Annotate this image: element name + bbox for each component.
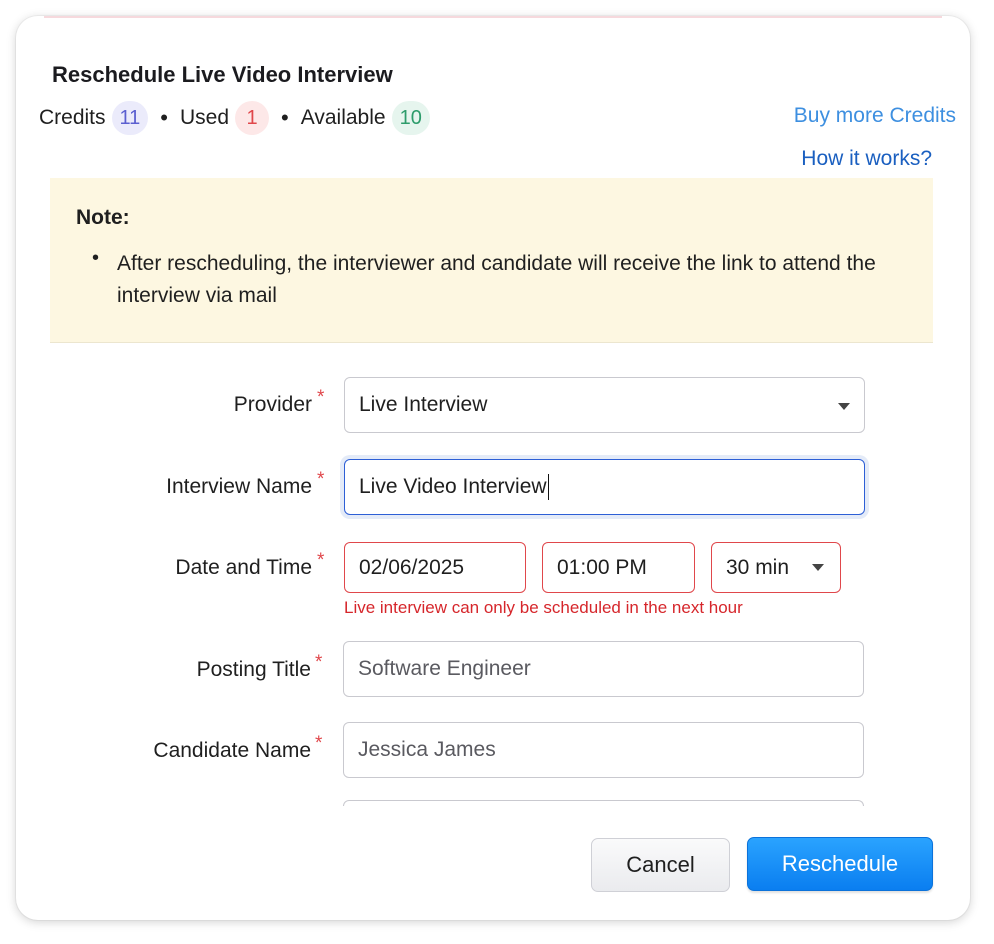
cancel-button[interactable]: Cancel: [591, 838, 730, 892]
candidate-name-input[interactable]: Jessica James: [343, 722, 864, 778]
posting-title-label: Posting Title: [196, 658, 311, 681]
date-time-error: Live interview can only be scheduled in …: [344, 598, 743, 617]
required-mark: *: [317, 469, 325, 490]
chevron-down-icon: [838, 403, 850, 410]
candidate-name-value: Jessica James: [358, 738, 496, 761]
required-mark: *: [317, 550, 325, 571]
interview-name-value: Live Video Interview: [359, 475, 547, 498]
candidate-name-label: Candidate Name: [153, 739, 311, 762]
credits-summary: Credits 11 • Used 1 • Available 10: [39, 101, 430, 135]
provider-select[interactable]: Live Interview: [344, 377, 865, 433]
duration-value: 30 min: [726, 555, 790, 579]
credits-badge: 11: [111, 101, 149, 135]
note-box: Note: • After rescheduling, the intervie…: [50, 178, 933, 343]
separator-dot: •: [160, 105, 168, 130]
provider-label: Provider: [233, 393, 312, 416]
posting-title-value: Software Engineer: [358, 657, 531, 680]
dialog-title: Reschedule Live Video Interview: [52, 62, 393, 87]
required-mark: *: [317, 387, 325, 408]
text-cursor: [547, 474, 549, 500]
chevron-down-icon: [812, 564, 824, 571]
required-mark: *: [315, 733, 323, 754]
note-title: Note:: [76, 206, 130, 229]
date-input[interactable]: 02/06/2025: [344, 542, 526, 593]
used-badge: 1: [235, 101, 270, 135]
time-value: 01:00 PM: [557, 555, 647, 579]
dialog-top-accent: [44, 16, 942, 18]
reschedule-dialog: Reschedule Live Video Interview Credits …: [16, 16, 970, 920]
required-mark: *: [315, 652, 323, 673]
separator-dot: •: [281, 105, 289, 130]
reschedule-button[interactable]: Reschedule: [747, 837, 933, 891]
available-label: Available: [300, 106, 386, 129]
used-label: Used: [180, 106, 230, 129]
provider-value: Live Interview: [359, 393, 488, 416]
credits-label: Credits: [39, 106, 106, 129]
interview-name-label: Interview Name: [166, 475, 312, 498]
note-bullet: •: [92, 247, 100, 269]
how-it-works-link[interactable]: How it works?: [801, 147, 932, 171]
date-time-label: Date and Time: [175, 556, 312, 579]
date-value: 02/06/2025: [359, 555, 465, 579]
note-text: After rescheduling, the interviewer and …: [117, 252, 876, 307]
posting-title-input[interactable]: Software Engineer: [343, 641, 864, 697]
interview-name-input[interactable]: Live Video Interview: [344, 459, 865, 515]
buy-more-credits-link[interactable]: Buy more Credits: [794, 104, 956, 128]
available-badge: 10: [391, 101, 430, 135]
next-field-partial: [343, 800, 864, 806]
time-input[interactable]: 01:00 PM: [542, 542, 695, 593]
duration-select[interactable]: 30 min: [711, 542, 841, 593]
